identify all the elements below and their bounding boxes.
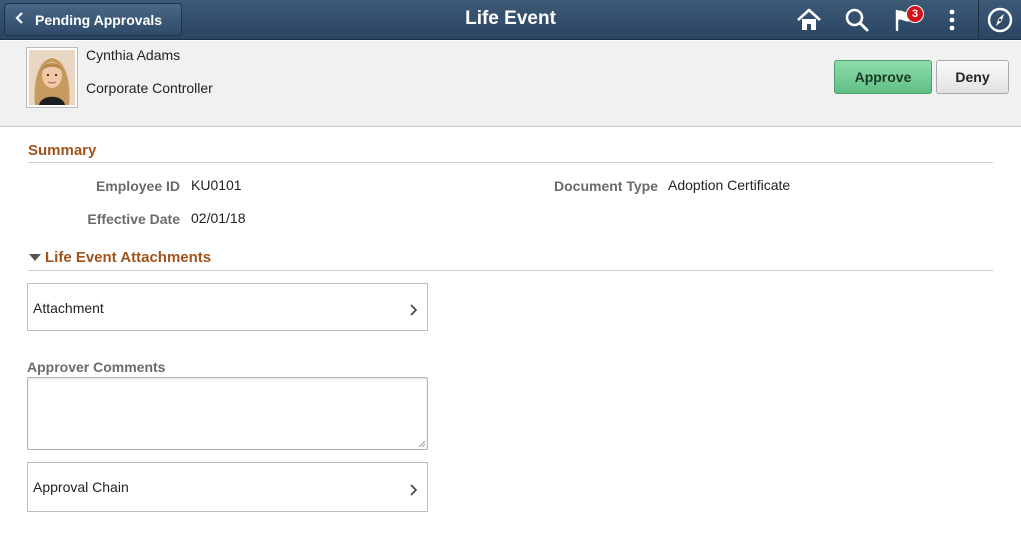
- attachments-divider: [28, 270, 993, 271]
- document-type-label: Document Type: [554, 178, 658, 194]
- person-banner: Cynthia Adams Corporate Controller Appro…: [0, 41, 1021, 127]
- chevron-left-icon: [15, 11, 35, 28]
- document-type-value: Adoption Certificate: [668, 177, 791, 193]
- search-icon[interactable]: [843, 6, 871, 34]
- employee-id-value: KU0101: [191, 177, 242, 193]
- home-icon[interactable]: [795, 6, 823, 34]
- collapse-triangle-icon[interactable]: [29, 254, 41, 261]
- chevron-right-icon: [409, 483, 419, 497]
- attachment-row[interactable]: Attachment: [27, 283, 428, 331]
- summary-section-title: Summary: [28, 142, 97, 159]
- chevron-right-icon: [409, 303, 419, 317]
- effective-date-label: Effective Date: [87, 211, 180, 227]
- approver-comments-label: Approver Comments: [27, 359, 166, 375]
- notification-count-badge: 3: [906, 5, 924, 23]
- approval-chain-row-label: Approval Chain: [33, 479, 129, 495]
- deny-button[interactable]: Deny: [936, 60, 1009, 94]
- summary-divider: [28, 162, 993, 163]
- attachments-section-title[interactable]: Life Event Attachments: [45, 249, 211, 266]
- effective-date-value: 02/01/18: [191, 210, 246, 226]
- header-bar: Pending Approvals Life Event 3: [0, 0, 1021, 40]
- employee-name: Cynthia Adams: [86, 47, 181, 63]
- back-button-pending-approvals[interactable]: Pending Approvals: [4, 3, 182, 36]
- approval-chain-row[interactable]: Approval Chain: [27, 462, 428, 512]
- avatar-icon: [29, 50, 75, 105]
- more-vertical-icon[interactable]: [942, 6, 962, 34]
- approver-comments-input[interactable]: [27, 377, 428, 450]
- approve-button[interactable]: Approve: [834, 60, 932, 94]
- employee-photo: [26, 47, 78, 108]
- attachment-row-label: Attachment: [33, 300, 104, 316]
- header-divider: [978, 0, 979, 40]
- employee-job-title: Corporate Controller: [86, 80, 213, 96]
- employee-id-label: Employee ID: [95, 178, 180, 194]
- back-button-label: Pending Approvals: [35, 11, 163, 28]
- navbar-compass-icon[interactable]: [986, 6, 1014, 34]
